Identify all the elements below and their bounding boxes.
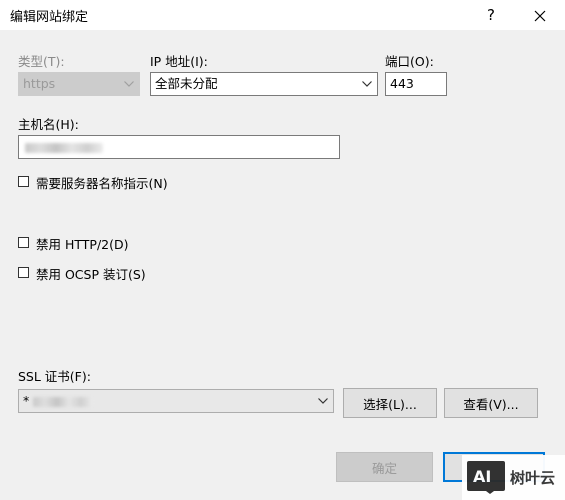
require-sni-label: 需要服务器名称指示(N) bbox=[36, 176, 168, 191]
redacted-certificate-name bbox=[33, 397, 93, 407]
ai-logo-icon: AI bbox=[467, 461, 505, 494]
ip-address-label: IP 地址(I): bbox=[150, 54, 208, 69]
help-button[interactable]: ? bbox=[472, 0, 510, 30]
disable-http2-checkbox[interactable] bbox=[18, 237, 29, 248]
type-label: 类型(T): bbox=[18, 54, 65, 69]
type-value: https bbox=[23, 76, 56, 91]
ok-button[interactable]: 确定 bbox=[336, 452, 433, 482]
disable-ocsp-label: 禁用 OCSP 装订(S) bbox=[36, 267, 146, 282]
edit-site-binding-dialog: 编辑网站绑定 ? 类型(T): https IP 地址(I): 全部未分配 端口… bbox=[0, 0, 565, 500]
port-input[interactable]: 443 bbox=[385, 72, 447, 96]
ip-address-value: 全部未分配 bbox=[155, 76, 218, 91]
ai-logo-text: AI bbox=[473, 467, 491, 486]
close-icon bbox=[534, 10, 546, 21]
title-bar: 编辑网站绑定 ? bbox=[0, 0, 565, 30]
watermark: AI 树叶云 bbox=[462, 455, 565, 500]
type-dropdown[interactable]: https bbox=[18, 72, 140, 96]
redacted-hostname bbox=[25, 143, 103, 153]
hostname-label: 主机名(H): bbox=[18, 117, 79, 132]
view-certificate-button[interactable]: 查看(V)... bbox=[444, 388, 538, 418]
close-button[interactable] bbox=[518, 0, 562, 30]
disable-ocsp-checkbox[interactable] bbox=[18, 267, 29, 278]
chevron-down-icon bbox=[122, 73, 136, 95]
ssl-certificate-label: SSL 证书(F): bbox=[18, 369, 91, 384]
watermark-brand: 树叶云 bbox=[510, 469, 556, 487]
disable-http2-label: 禁用 HTTP/2(D) bbox=[36, 237, 129, 252]
require-sni-checkbox[interactable] bbox=[18, 176, 29, 187]
ssl-certificate-dropdown[interactable]: * bbox=[18, 389, 334, 413]
hostname-input[interactable] bbox=[18, 135, 340, 159]
ip-address-dropdown[interactable]: 全部未分配 bbox=[150, 72, 378, 96]
chevron-down-icon bbox=[360, 73, 374, 95]
ssl-certificate-value: * bbox=[23, 393, 30, 408]
select-certificate-button[interactable]: 选择(L)... bbox=[343, 388, 437, 418]
dialog-title: 编辑网站绑定 bbox=[10, 10, 89, 25]
port-value: 443 bbox=[390, 76, 414, 91]
port-label: 端口(O): bbox=[385, 54, 434, 69]
chevron-down-icon bbox=[316, 390, 330, 412]
